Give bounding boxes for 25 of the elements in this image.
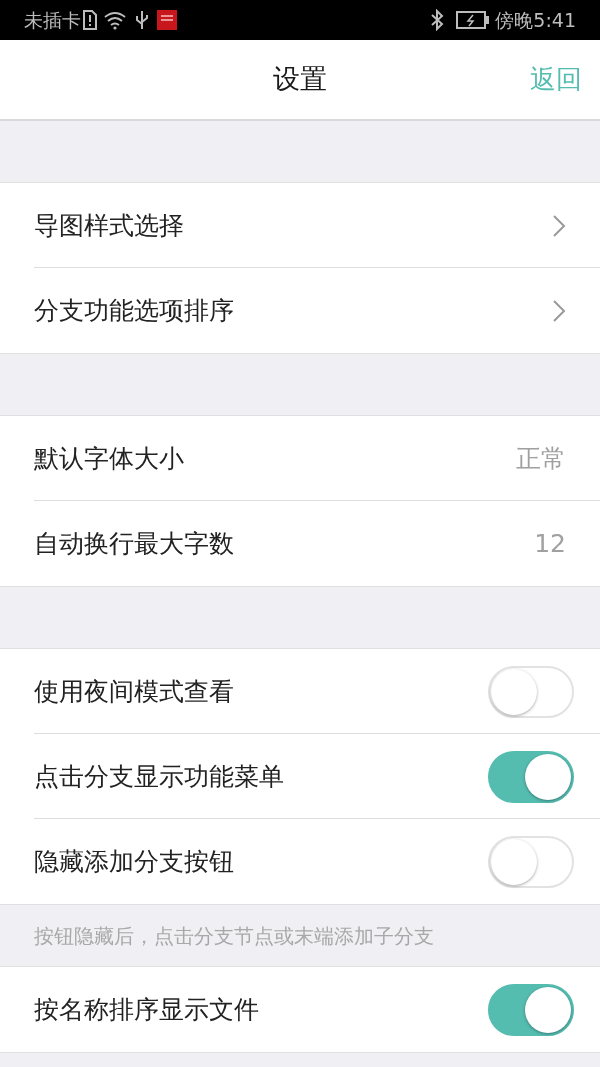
setting-label: 点击分支显示功能菜单: [34, 760, 285, 793]
hint-text: 按钮隐藏后，点击分支节点或末端添加子分支: [34, 922, 434, 950]
usb-icon: [135, 10, 149, 30]
setting-label: 按名称排序显示文件: [34, 993, 260, 1026]
battery-icon: [456, 11, 491, 29]
setting-value: 12: [534, 527, 566, 560]
chevron-right-icon: [552, 213, 566, 238]
bluetooth-icon: [430, 9, 445, 31]
back-button[interactable]: 返回: [530, 60, 582, 99]
setting-label: 默认字体大小: [34, 442, 185, 475]
setting-label: 隐藏添加分支按钮: [34, 845, 235, 878]
toggle-switch[interactable]: [488, 983, 574, 1036]
carrier-text: 未插卡: [24, 7, 81, 33]
setting-label: 导图样式选择: [34, 209, 185, 242]
page-title: 设置: [273, 62, 327, 97]
toggle-switch[interactable]: [488, 750, 574, 803]
app-notification-icon: [157, 10, 177, 30]
setting-value: 正常: [516, 442, 566, 475]
sim-alert-icon: [83, 10, 97, 30]
wifi-icon: [103, 10, 127, 30]
setting-label: 使用夜间模式查看: [34, 675, 235, 708]
chevron-right-icon: [552, 298, 566, 323]
setting-label: 分支功能选项排序: [34, 294, 235, 327]
setting-label: 自动换行最大字数: [34, 527, 235, 560]
clock-text: 傍晚5:41: [495, 7, 576, 33]
